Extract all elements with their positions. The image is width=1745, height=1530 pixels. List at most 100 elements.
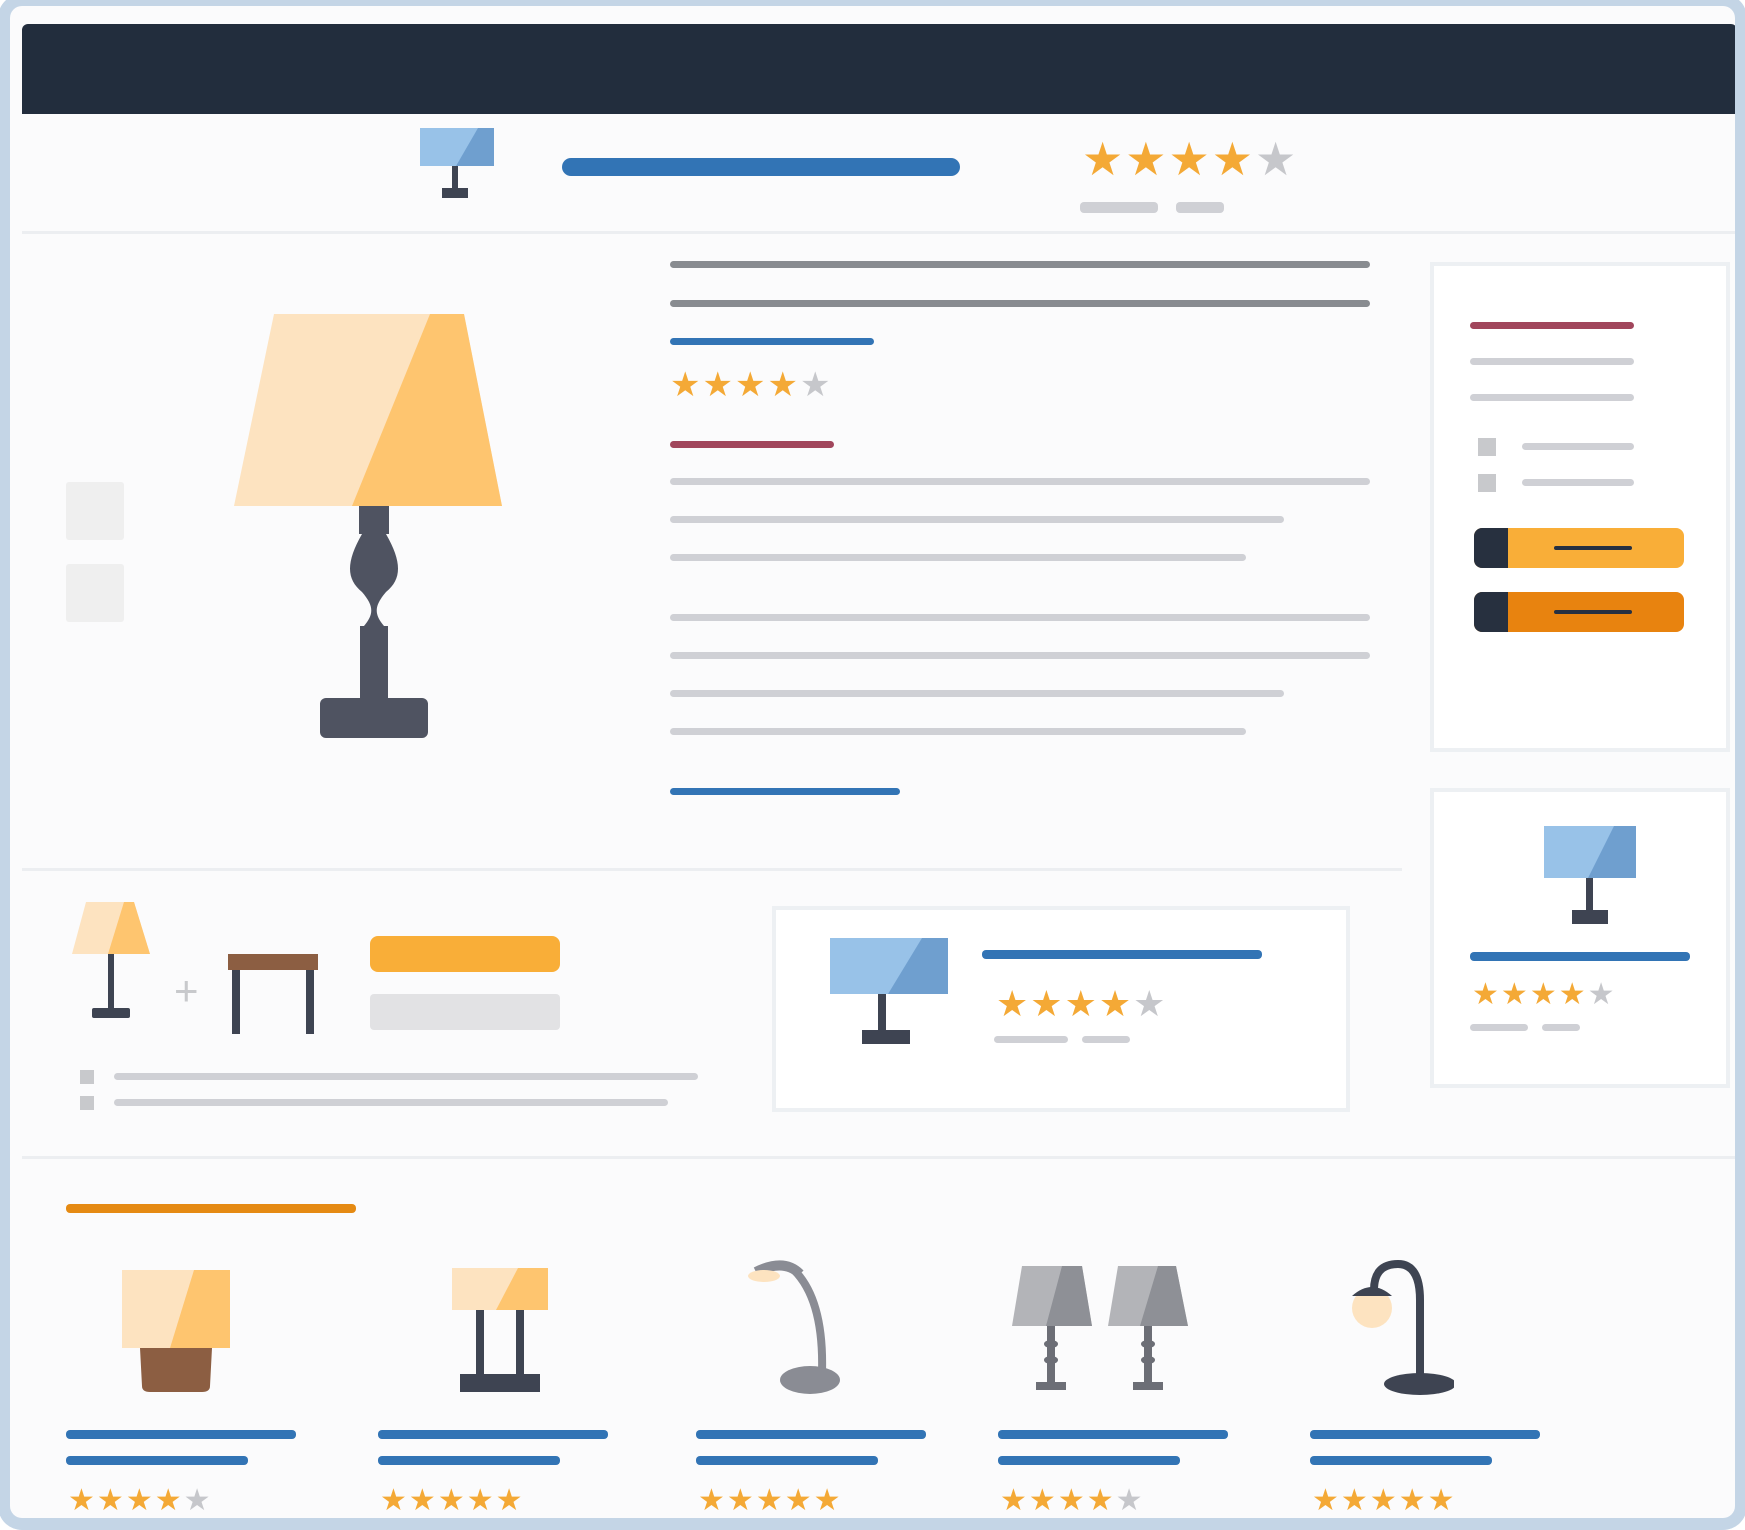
buy-box-line [1470,394,1634,401]
star-icon: ★ [154,1484,184,1517]
star-icon: ★ [408,1484,438,1517]
desk-lamp-icon [830,938,948,1044]
option-checkbox[interactable] [1478,474,1496,492]
star-icon: ★ [68,1484,97,1517]
buy-box-price [1470,322,1634,329]
desk-lamp-icon [1544,826,1636,924]
add-bundle-button[interactable] [370,936,560,972]
related-rating-stars[interactable]: ★★★★★ [1000,1486,1145,1516]
related-title-link[interactable] [66,1430,296,1439]
star-icon: ★ [734,366,768,404]
header-rating-stars[interactable]: ★★★★★ [1082,136,1298,182]
star-icon: ★ [437,1484,467,1517]
star-icon: ★ [1057,1484,1087,1517]
description-line [670,516,1284,523]
top-nav-bar [22,24,1735,114]
star-icon: ★ [1558,978,1588,1011]
bundle-price-box [370,994,560,1030]
related-title-link[interactable] [998,1430,1228,1439]
rating-count [994,1036,1068,1043]
browser-window: ★★★★★ ★★★★★ + ★★★★★ ★★★★★ ★★★★★ ★★★★★ ★★… [10,6,1735,1518]
star-icon: ★ [1028,1484,1058,1517]
star-icon: ★ [1086,1484,1116,1517]
star-icon: ★ [1030,983,1065,1024]
sponsored-rating-stars[interactable]: ★★★★★ [996,986,1167,1022]
related-title-link[interactable] [378,1456,560,1465]
related-title-link[interactable] [696,1430,926,1439]
bundle-checkbox[interactable] [80,1096,94,1110]
sponsored-title-link[interactable] [982,950,1262,959]
star-icon: ★ [1369,1484,1399,1517]
rating-count [1470,1024,1528,1031]
star-icon: ★ [784,1484,814,1517]
related-rating-stars[interactable]: ★★★★★ [1312,1486,1457,1516]
header-rating-count [1176,202,1224,213]
star-icon: ★ [466,1484,496,1517]
related-title-link[interactable] [66,1456,248,1465]
related-title-link[interactable] [1310,1430,1540,1439]
product-rating-stars[interactable]: ★★★★★ [670,368,832,402]
star-icon: ★ [996,983,1031,1024]
product-title-line [670,300,1370,307]
sidebar-ad-title-link[interactable] [1470,952,1690,961]
plus-icon: + [174,967,199,1014]
buy-now-button[interactable] [1474,592,1684,632]
star-icon: ★ [799,366,833,404]
description-line [670,652,1370,659]
star-icon: ★ [1168,133,1212,185]
description-line [670,728,1246,735]
star-icon: ★ [1000,1484,1029,1517]
header-rating-count [1080,202,1158,213]
sidebar-ad-rating-stars[interactable]: ★★★★★ [1472,980,1617,1010]
related-rating-stars[interactable]: ★★★★★ [380,1486,525,1516]
lamp-icon [72,902,150,1018]
desk-lamp-icon [420,128,494,198]
cube-lamp-icon [122,1270,230,1392]
arc-lamp-icon [1352,1260,1454,1395]
side-table-icon [228,954,318,1034]
add-to-cart-button[interactable] [1474,528,1684,568]
lamp-pair-icon [1012,1266,1188,1390]
related-title-link[interactable] [696,1456,878,1465]
gallery-thumbnail[interactable] [66,564,124,622]
table-lamp-icon [234,314,502,738]
star-icon: ★ [755,1484,785,1517]
pillar-lamp-icon [452,1268,548,1392]
buy-box [1430,262,1730,752]
gallery-thumbnail[interactable] [66,482,124,540]
product-title-line [670,261,1370,268]
brand-link[interactable] [670,338,874,345]
star-icon: ★ [698,1484,727,1517]
option-checkbox[interactable] [1478,438,1496,456]
divider [22,868,1402,871]
star-icon: ★ [1082,133,1126,185]
description-line [670,614,1370,621]
related-rating-stars[interactable]: ★★★★★ [698,1486,843,1516]
star-icon: ★ [1587,978,1617,1011]
star-icon: ★ [1312,1484,1341,1517]
star-icon: ★ [813,1484,843,1517]
bundle-checkbox[interactable] [80,1070,94,1084]
header-title-link[interactable] [562,158,960,176]
star-icon: ★ [1398,1484,1428,1517]
star-icon: ★ [96,1484,126,1517]
description-line [670,690,1284,697]
gooseneck-desk-lamp-icon [748,1260,840,1394]
buy-box-line [1470,358,1634,365]
star-icon: ★ [1125,133,1169,185]
related-title-link[interactable] [378,1430,608,1439]
related-title-link[interactable] [998,1456,1180,1465]
see-more-link[interactable] [670,788,900,795]
related-title-link[interactable] [1310,1456,1492,1465]
option-label [1522,479,1634,486]
related-rating-stars[interactable]: ★★★★★ [68,1486,213,1516]
star-icon: ★ [1211,133,1255,185]
star-icon: ★ [1427,1484,1457,1517]
star-icon: ★ [183,1484,213,1517]
rating-count [1082,1036,1130,1043]
bundle-line [114,1073,698,1080]
related-section-heading [66,1204,356,1213]
bundle-line [114,1099,668,1106]
star-icon: ★ [670,366,703,404]
star-icon: ★ [1098,983,1134,1024]
